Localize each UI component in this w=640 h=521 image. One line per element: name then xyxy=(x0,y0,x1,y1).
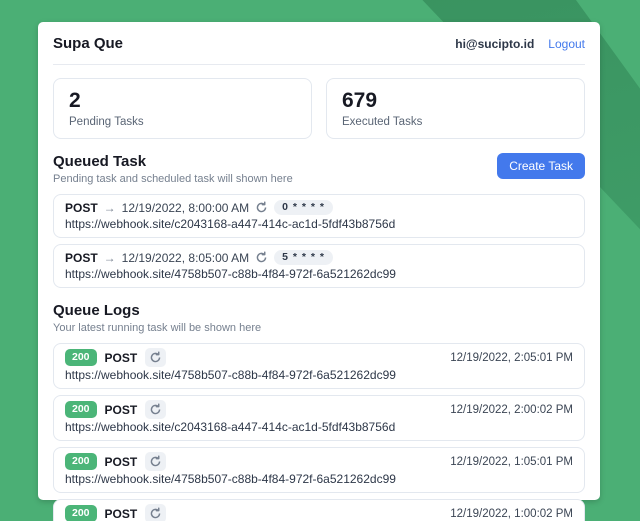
arrow-right-icon: → xyxy=(104,201,116,215)
queued-task-row[interactable]: POST → 12/19/2022, 8:05:00 AM 5 * * * * … xyxy=(53,244,585,288)
header-divider xyxy=(53,64,585,65)
refresh-icon xyxy=(255,251,268,264)
http-method: POST xyxy=(105,455,138,469)
http-method: POST xyxy=(105,403,138,417)
log-timestamp: 12/19/2022, 2:00:02 PM xyxy=(450,404,573,416)
log-timestamp: 12/19/2022, 2:05:01 PM xyxy=(450,352,573,364)
queued-task-section-header: Queued Task Pending task and scheduled t… xyxy=(53,153,585,185)
header-right: hi@sucipto.id Logout xyxy=(455,37,585,51)
queue-logs-titles: Queue Logs Your latest running task will… xyxy=(53,302,261,334)
queue-logs-section-header: Queue Logs Your latest running task will… xyxy=(53,302,585,334)
app-panel: Supa Que hi@sucipto.id Logout 2 Pending … xyxy=(38,22,600,500)
log-url: https://webhook.site/4758b507-c88b-4f84-… xyxy=(65,472,573,487)
scheduled-time: 12/19/2022, 8:05:00 AM xyxy=(122,251,249,265)
queue-logs-title: Queue Logs xyxy=(53,302,261,319)
stats-row: 2 Pending Tasks 679 Executed Tasks xyxy=(53,78,585,139)
arrow-right-icon: → xyxy=(104,251,116,265)
stat-label: Executed Tasks xyxy=(342,116,569,128)
log-url: https://webhook.site/4758b507-c88b-4f84-… xyxy=(65,368,573,383)
create-task-button[interactable]: Create Task xyxy=(497,153,585,179)
task-url: https://webhook.site/4758b507-c88b-4f84-… xyxy=(65,267,573,282)
stat-value: 679 xyxy=(342,88,569,114)
status-code-badge: 200 xyxy=(65,349,97,366)
queue-log-row[interactable]: 200 POST 12/19/2022, 1:00:02 PM https://… xyxy=(53,499,585,521)
queued-task-list: POST → 12/19/2022, 8:00:00 AM 0 * * * * … xyxy=(53,194,585,288)
status-code-badge: 200 xyxy=(65,453,97,470)
status-code-badge: 200 xyxy=(65,505,97,521)
queued-task-titles: Queued Task Pending task and scheduled t… xyxy=(53,153,293,185)
stat-card: 2 Pending Tasks xyxy=(53,78,312,139)
status-code-badge: 200 xyxy=(65,401,97,418)
queued-task-row-meta: POST → 12/19/2022, 8:00:00 AM 0 * * * * xyxy=(65,199,573,216)
stat-card: 679 Executed Tasks xyxy=(326,78,585,139)
http-method: POST xyxy=(65,251,98,265)
log-timestamp: 12/19/2022, 1:05:01 PM xyxy=(450,456,573,468)
retry-button[interactable] xyxy=(145,400,166,419)
log-url: https://webhook.site/c2043168-a447-414c-… xyxy=(65,420,573,435)
http-method: POST xyxy=(105,507,138,521)
queued-task-subtitle: Pending task and scheduled task will sho… xyxy=(53,173,293,185)
refresh-icon xyxy=(255,201,268,214)
retry-button[interactable] xyxy=(145,348,166,367)
scheduled-time: 12/19/2022, 8:00:00 AM xyxy=(122,201,249,215)
logout-link[interactable]: Logout xyxy=(548,37,585,51)
queue-log-row[interactable]: 200 POST 12/19/2022, 2:00:02 PM https://… xyxy=(53,395,585,441)
app-title: Supa Que xyxy=(53,35,123,52)
queue-logs-subtitle: Your latest running task will be shown h… xyxy=(53,322,261,334)
cron-schedule-badge: 5 * * * * xyxy=(274,250,333,265)
retry-button[interactable] xyxy=(145,452,166,471)
queue-log-row-meta: 200 POST 12/19/2022, 2:05:01 PM xyxy=(65,348,573,367)
retry-button[interactable] xyxy=(145,504,166,521)
queue-log-row-meta: 200 POST 12/19/2022, 2:00:02 PM xyxy=(65,400,573,419)
stat-value: 2 xyxy=(69,88,296,114)
header: Supa Que hi@sucipto.id Logout xyxy=(53,22,585,64)
refresh-icon xyxy=(149,403,162,416)
queue-log-row-meta: 200 POST 12/19/2022, 1:05:01 PM xyxy=(65,452,573,471)
log-timestamp: 12/19/2022, 1:00:02 PM xyxy=(450,508,573,520)
http-method: POST xyxy=(65,201,98,215)
queue-log-row[interactable]: 200 POST 12/19/2022, 2:05:01 PM https://… xyxy=(53,343,585,389)
refresh-icon xyxy=(149,455,162,468)
queued-task-row[interactable]: POST → 12/19/2022, 8:00:00 AM 0 * * * * … xyxy=(53,194,585,238)
task-url: https://webhook.site/c2043168-a447-414c-… xyxy=(65,217,573,232)
queued-task-title: Queued Task xyxy=(53,153,293,170)
queue-log-row[interactable]: 200 POST 12/19/2022, 1:05:01 PM https://… xyxy=(53,447,585,493)
refresh-icon xyxy=(149,507,162,520)
queue-log-list: 200 POST 12/19/2022, 2:05:01 PM https://… xyxy=(53,343,585,521)
http-method: POST xyxy=(105,351,138,365)
stat-label: Pending Tasks xyxy=(69,116,296,128)
refresh-icon xyxy=(149,351,162,364)
cron-schedule-badge: 0 * * * * xyxy=(274,200,333,215)
queued-task-row-meta: POST → 12/19/2022, 8:05:00 AM 5 * * * * xyxy=(65,249,573,266)
user-email: hi@sucipto.id xyxy=(455,37,534,51)
queue-log-row-meta: 200 POST 12/19/2022, 1:00:02 PM xyxy=(65,504,573,521)
